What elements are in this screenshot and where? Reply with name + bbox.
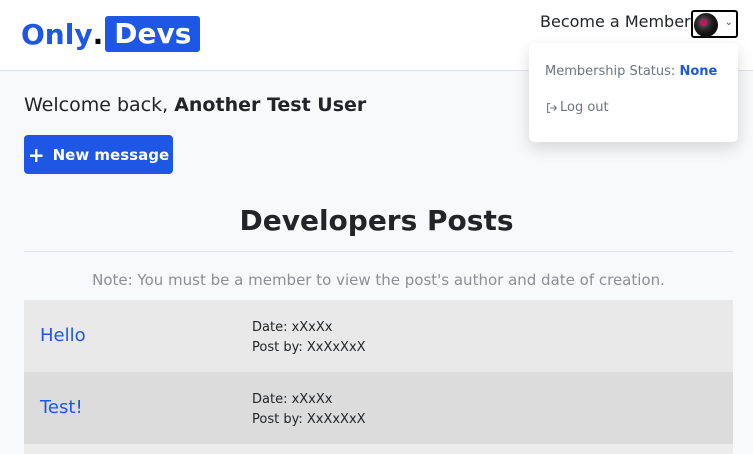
new-message-button[interactable]: + New message — [24, 135, 173, 174]
table-row: Test! Date: xXxXx Post by: XxXxXxX — [24, 372, 733, 444]
table-row-partial — [24, 444, 733, 454]
become-member-link[interactable]: Become a Member — [540, 12, 691, 31]
membership-status-value: None — [679, 64, 718, 79]
post-date: Date: xXxXx — [252, 392, 333, 407]
logo-devs: Devs — [105, 16, 201, 52]
membership-status: Membership Status: None — [545, 64, 717, 79]
logo-dot: . — [92, 17, 104, 51]
welcome-message: Welcome back, Another Test User — [24, 94, 366, 116]
post-meta: Date: xXxXx Post by: XxXxXxX — [252, 318, 366, 358]
logout-menu-item[interactable]: Log out — [545, 100, 609, 115]
post-meta: Date: xXxXx Post by: XxXxXxX — [252, 390, 366, 430]
chevron-down-icon: ⌄ — [724, 17, 733, 28]
user-dropdown-menu: Membership Status: None Log out — [529, 43, 738, 142]
membership-note: Note: You must be a member to view the p… — [92, 271, 665, 289]
page-title: Developers Posts — [239, 204, 514, 237]
logo-only: Only — [21, 17, 93, 51]
post-title-link[interactable]: Hello — [40, 325, 86, 346]
table-row: Hello Date: xXxXx Post by: XxXxXxX — [24, 300, 733, 372]
logo[interactable]: Only . Devs — [21, 16, 201, 52]
divider — [24, 251, 733, 252]
logout-label: Log out — [560, 100, 609, 115]
post-author: Post by: XxXxXxX — [252, 340, 366, 355]
post-title-link[interactable]: Test! — [40, 397, 83, 418]
log-out-icon — [547, 102, 558, 113]
username: Another Test User — [174, 94, 367, 116]
membership-status-label: Membership Status: — [545, 64, 676, 79]
user-menu-toggle[interactable]: ⌄ — [691, 10, 738, 38]
welcome-prefix: Welcome back, — [24, 94, 169, 116]
avatar — [694, 13, 718, 37]
plus-icon: + — [27, 142, 45, 167]
post-author: Post by: XxXxXxX — [252, 412, 366, 427]
post-date: Date: xXxXx — [252, 320, 333, 335]
new-message-label: New message — [52, 145, 170, 164]
